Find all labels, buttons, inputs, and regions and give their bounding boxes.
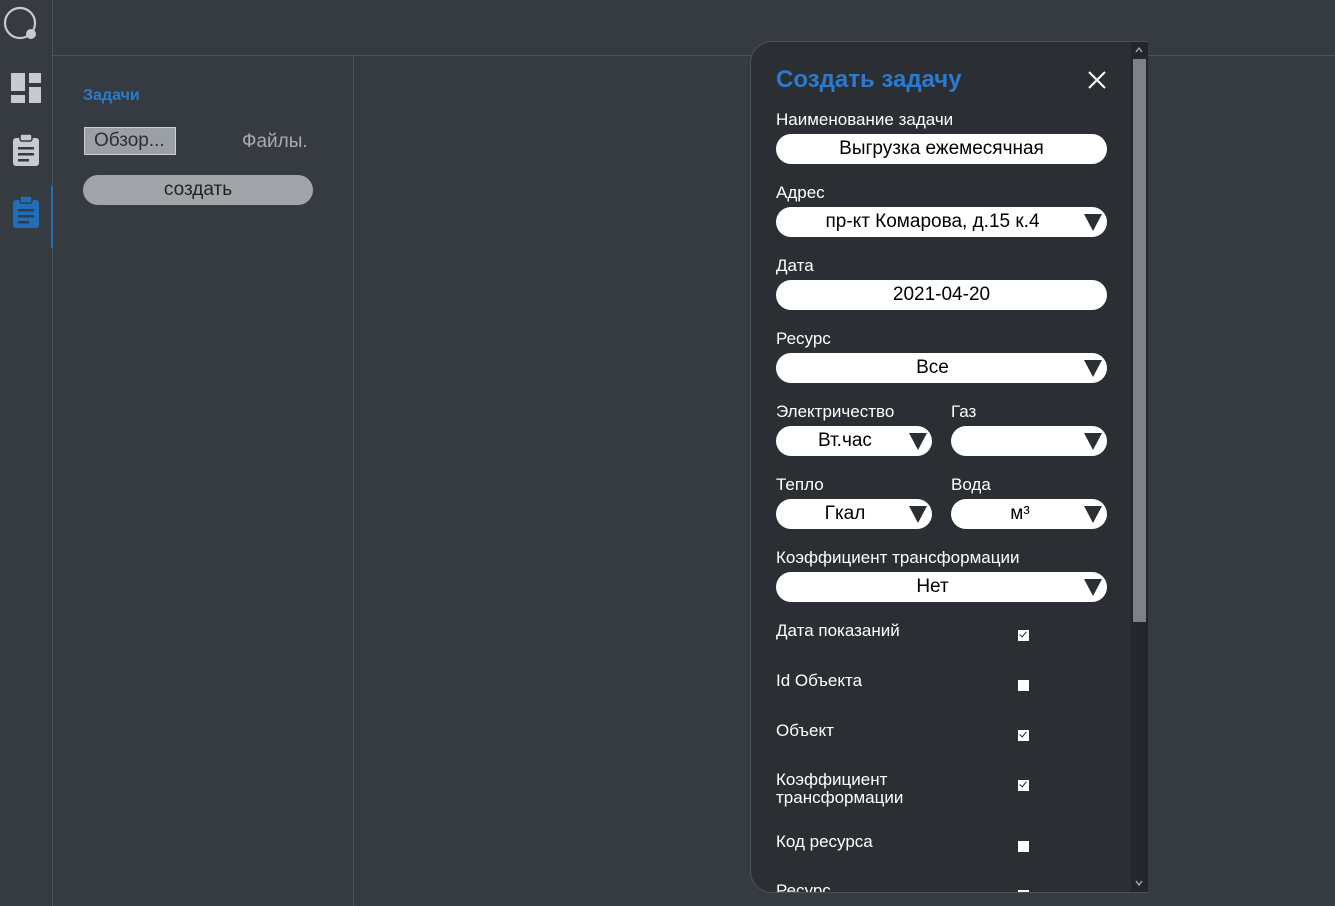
modal-title: Создать задачу <box>776 66 962 93</box>
water-label: Вода <box>951 475 991 494</box>
date-value: 2021-04-20 <box>892 284 991 305</box>
sidebar-item-tasks[interactable] <box>0 186 53 248</box>
dropdown-arrow-icon <box>1084 579 1102 596</box>
checkbox[interactable] <box>1018 680 1029 691</box>
electricity-unit-select[interactable]: Вт.час <box>776 426 932 456</box>
electricity-label: Электричество <box>776 402 895 421</box>
scroll-up-icon[interactable] <box>1135 46 1143 54</box>
files-label: Файлы. <box>242 131 308 152</box>
checkbox-label: Дата показаний <box>776 621 900 640</box>
dropdown-arrow-icon <box>1084 214 1102 231</box>
task-name-label: Наименование задачи <box>776 110 954 129</box>
browse-button[interactable]: Обзор... <box>84 127 176 155</box>
dropdown-arrow-icon <box>1084 433 1102 450</box>
date-label: Дата <box>776 256 814 275</box>
gas-label: Газ <box>951 402 977 421</box>
panel-title: Задачи <box>83 87 140 104</box>
checkbox[interactable] <box>1018 780 1029 791</box>
resource-label: Ресурс <box>776 329 831 348</box>
clipboard-icon <box>13 195 39 228</box>
checkbox-label: Id Объекта <box>776 671 863 690</box>
clipboard-icon <box>13 133 39 166</box>
water-unit-select[interactable]: м³ <box>951 499 1107 529</box>
sidebar-item-tasks-list[interactable] <box>0 124 52 176</box>
coef-value: Нет <box>916 576 949 597</box>
task-name-value: Выгрузка ежемесячная <box>839 138 1044 159</box>
tasks-panel: Задачи Обзор... Файлы. создать <box>53 56 354 906</box>
address-label: Адрес <box>776 183 825 202</box>
scroll-down-icon[interactable] <box>1135 879 1143 887</box>
checkbox-label: Код ресурса <box>776 832 873 851</box>
coef-label: Коэффициент трансформации <box>776 548 1020 567</box>
dropdown-arrow-icon <box>909 506 927 523</box>
checkbox-label: Объект <box>776 721 834 740</box>
task-name-input[interactable]: Выгрузка ежемесячная <box>776 134 1107 164</box>
checkbox[interactable] <box>1018 841 1029 852</box>
checkbox-label: Коэффициент трансформации <box>776 770 904 807</box>
heat-label: Тепло <box>776 475 824 494</box>
scrollbar-thumb[interactable] <box>1133 59 1146 622</box>
heat-unit-select[interactable]: Гкал <box>776 499 932 529</box>
gas-unit-select[interactable] <box>951 426 1107 456</box>
coef-select[interactable]: Нет <box>776 572 1107 602</box>
dropdown-arrow-icon <box>1084 506 1102 523</box>
dropdown-arrow-icon <box>909 433 927 450</box>
left-rail <box>0 0 53 906</box>
create-button[interactable]: создать <box>83 175 313 205</box>
checkbox-label: Ресурс <box>776 881 831 893</box>
dropdown-arrow-icon <box>1084 360 1102 377</box>
checkbox[interactable] <box>1018 730 1029 741</box>
create-task-modal: Создать задачу Наименование задачи Выгру… <box>750 41 1148 893</box>
orbit-logo-icon[interactable] <box>3 4 39 42</box>
checkbox[interactable] <box>1018 630 1029 641</box>
resource-select[interactable]: Все <box>776 353 1107 383</box>
close-icon[interactable] <box>1086 69 1108 91</box>
sidebar-item-dashboard[interactable] <box>0 62 52 114</box>
dashboard-icon <box>11 73 41 103</box>
address-value: пр-кт Комарова, д.15 к.4 <box>825 211 1040 232</box>
modal-scrollbar[interactable] <box>1131 42 1148 892</box>
checkbox[interactable] <box>1018 890 1029 892</box>
address-select[interactable]: пр-кт Комарова, д.15 к.4 <box>776 207 1107 237</box>
resource-value: Все <box>916 357 949 378</box>
date-input[interactable]: 2021-04-20 <box>776 280 1107 310</box>
